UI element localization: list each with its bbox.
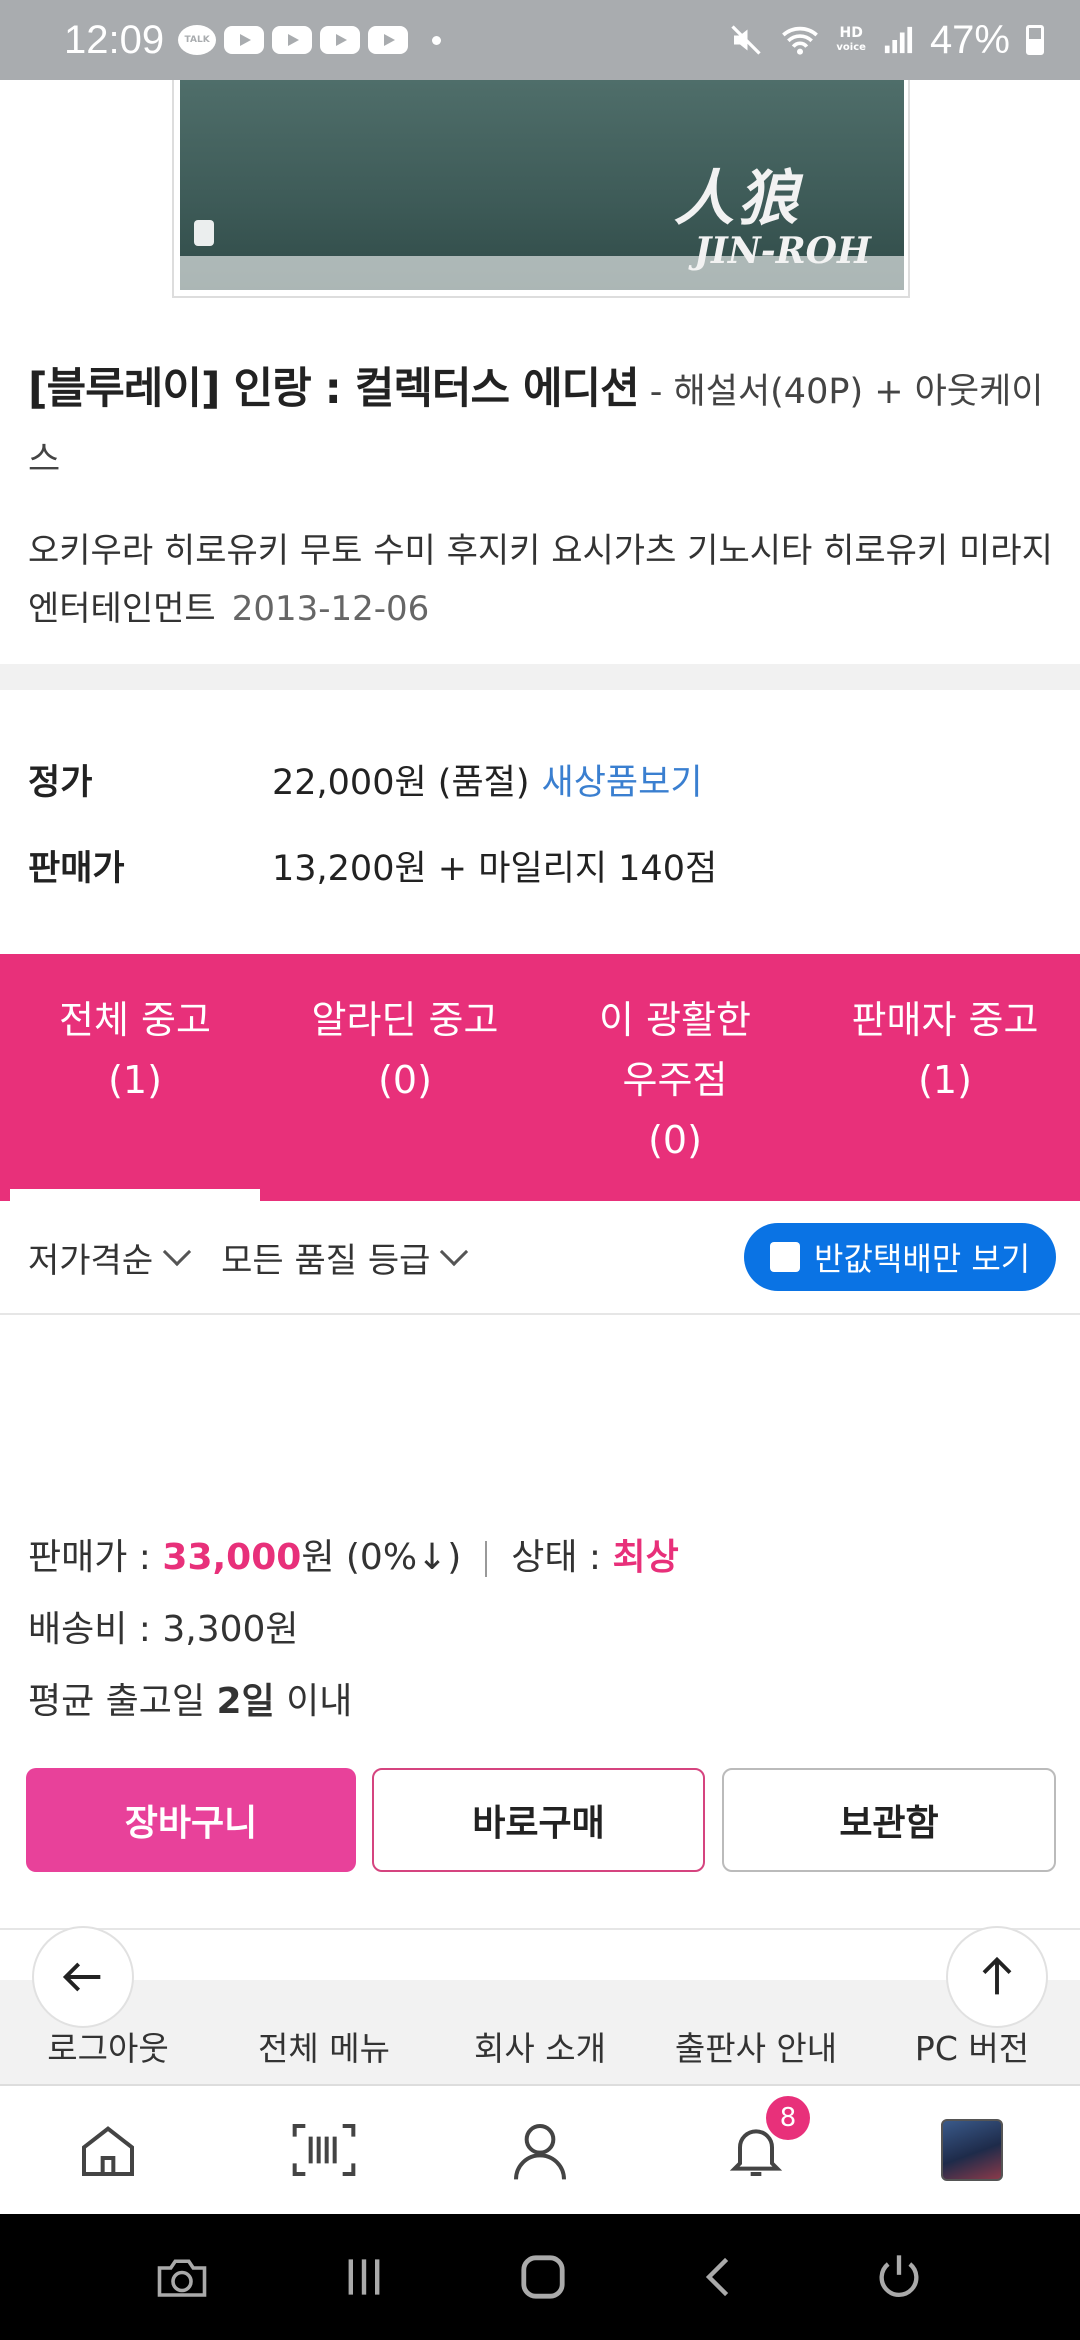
camera-icon[interactable] — [155, 2253, 209, 2301]
mute-icon — [731, 25, 762, 55]
arrow-up-icon — [982, 1956, 1012, 1995]
tab-seller-used[interactable]: 판매자 중고 (1) — [810, 954, 1080, 1201]
logout-link[interactable]: 로그아웃 — [0, 2022, 216, 2070]
cover-subtitle-art: JIN-ROH — [694, 230, 872, 272]
more-notifications-icon — [432, 35, 442, 45]
listing-price: 33,000 — [162, 1537, 302, 1578]
notification-badge: 8 — [766, 2096, 810, 2140]
release-date: 2013-12-06 — [231, 589, 430, 629]
tab-universe-store[interactable]: 이 광활한 우주점 (0) — [540, 954, 810, 1201]
buy-now-button[interactable]: 바로구매 — [372, 1768, 705, 1872]
section-divider — [0, 664, 1080, 690]
list-price-label: 정가 — [28, 763, 93, 803]
back-button[interactable] — [32, 1926, 134, 2028]
listing-price-line: 판매가 : 33,000원 (0%↓) 상태 : 최상 — [28, 1537, 679, 1578]
user-icon — [514, 2124, 566, 2180]
scroll-top-button[interactable] — [946, 1926, 1048, 2028]
power-icon[interactable] — [873, 2251, 925, 2303]
list-price-value: 22,000원 (품절) — [272, 763, 530, 803]
company-info-link[interactable]: 회사 소개 — [432, 2022, 648, 2070]
footer-links: 로그아웃 전체 메뉴 회사 소개 출판사 안내 PC 버전 — [0, 1980, 1080, 2084]
all-menu-link[interactable]: 전체 메뉴 — [216, 2022, 432, 2070]
hd-voice-icon: HD voice — [836, 24, 866, 53]
youtube-icon — [320, 26, 361, 54]
new-item-link[interactable]: 새상품보기 — [542, 754, 703, 805]
tab-all-used[interactable]: 전체 중고 (1) — [0, 954, 270, 1201]
wishlist-button[interactable]: 보관함 — [722, 1768, 1056, 1872]
nav-home[interactable] — [0, 2118, 216, 2182]
signal-icon — [884, 26, 912, 54]
bottom-nav: 8 — [0, 2084, 1080, 2214]
publisher-info-link[interactable]: 출판사 안내 — [648, 2022, 864, 2070]
product-credits-text[interactable]: 오키우라 히로유키 무토 수미 후지키 요시가츠 기노시타 히로유키 미라지엔터… — [28, 531, 1053, 629]
avatar — [941, 2119, 1003, 2181]
youtube-icon — [368, 26, 409, 54]
product-title-main: [블루레이] 인랑 : 컬렉터스 에디션 — [28, 364, 640, 414]
barcode-scan-icon — [292, 2124, 356, 2176]
product-credits: 오키우라 히로유키 무토 수미 후지키 요시가츠 기노시타 히로유키 미라지엔터… — [28, 522, 1058, 638]
battery-percent: 47% — [929, 17, 1010, 62]
pc-version-link[interactable]: PC 버전 — [864, 2022, 1080, 2070]
nav-my-page[interactable] — [432, 2118, 648, 2182]
grade-dropdown[interactable]: 모든 품질 등급 — [221, 1233, 469, 1282]
cover-title-art: 人狼 — [674, 164, 802, 234]
label-logo-icon — [194, 220, 214, 246]
filter-bar: 저가격순 모든 품질 등급 반값택배만 보기 — [0, 1201, 1080, 1315]
nav-notifications[interactable]: 8 — [648, 2096, 864, 2182]
divider — [0, 1928, 1080, 1930]
youtube-icon — [272, 26, 313, 54]
condition-badge: 최상 — [612, 1537, 679, 1578]
nav-barcode[interactable] — [216, 2118, 432, 2182]
nav-profile-thumbnail[interactable] — [864, 2119, 1080, 2181]
home-icon — [82, 2126, 134, 2176]
status-time: 12:09 — [64, 17, 165, 62]
system-nav-bar — [0, 2214, 1080, 2340]
used-item-tabs: 전체 중고 (1) 알라딘 중고 (0) 이 광활한 우주점 (0) 판매자 중고 (1) — [0, 954, 1080, 1201]
kakaotalk-icon: TALK — [178, 25, 217, 55]
sale-price-label: 판매가 — [28, 849, 125, 889]
back-nav-icon[interactable] — [698, 2253, 742, 2301]
shipping-fee: 배송비 : 3,300원 — [28, 1609, 299, 1650]
chevron-down-icon — [162, 1237, 192, 1267]
product-cover-image[interactable]: 人狼 JIN-ROH — [172, 80, 910, 298]
ship-days: 평균 출고일 2일 이내 — [28, 1681, 353, 1722]
tab-aladin-used[interactable]: 알라딘 중고 (0) — [270, 954, 540, 1201]
add-to-cart-button[interactable]: 장바구니 — [26, 1768, 356, 1872]
status-bar: 12:09 TALK HD voice 47% — [0, 0, 1080, 80]
checkbox-icon — [770, 1242, 800, 1272]
battery-icon — [1026, 25, 1044, 55]
half-delivery-toggle[interactable]: 반값택배만 보기 — [744, 1223, 1056, 1291]
sale-price-value: 13,200원 + 마일리지 140점 — [272, 849, 718, 889]
list-price-row: 정가 22,000원 (품절) 새상품보기 — [28, 754, 1058, 805]
chevron-down-icon — [440, 1237, 469, 1267]
sale-price-row: 판매가 13,200원 + 마일리지 140점 — [28, 840, 1058, 891]
arrow-left-icon — [62, 1962, 101, 1992]
sort-dropdown[interactable]: 저가격순 — [28, 1233, 192, 1282]
youtube-icon — [224, 26, 265, 54]
product-title: [블루레이] 인랑 : 컬렉터스 에디션 - 해설서(40P) + 아웃케이스 — [28, 356, 1048, 493]
wifi-icon — [782, 26, 819, 55]
home-button-icon[interactable] — [519, 2253, 567, 2301]
recent-apps-icon[interactable] — [340, 2255, 388, 2299]
